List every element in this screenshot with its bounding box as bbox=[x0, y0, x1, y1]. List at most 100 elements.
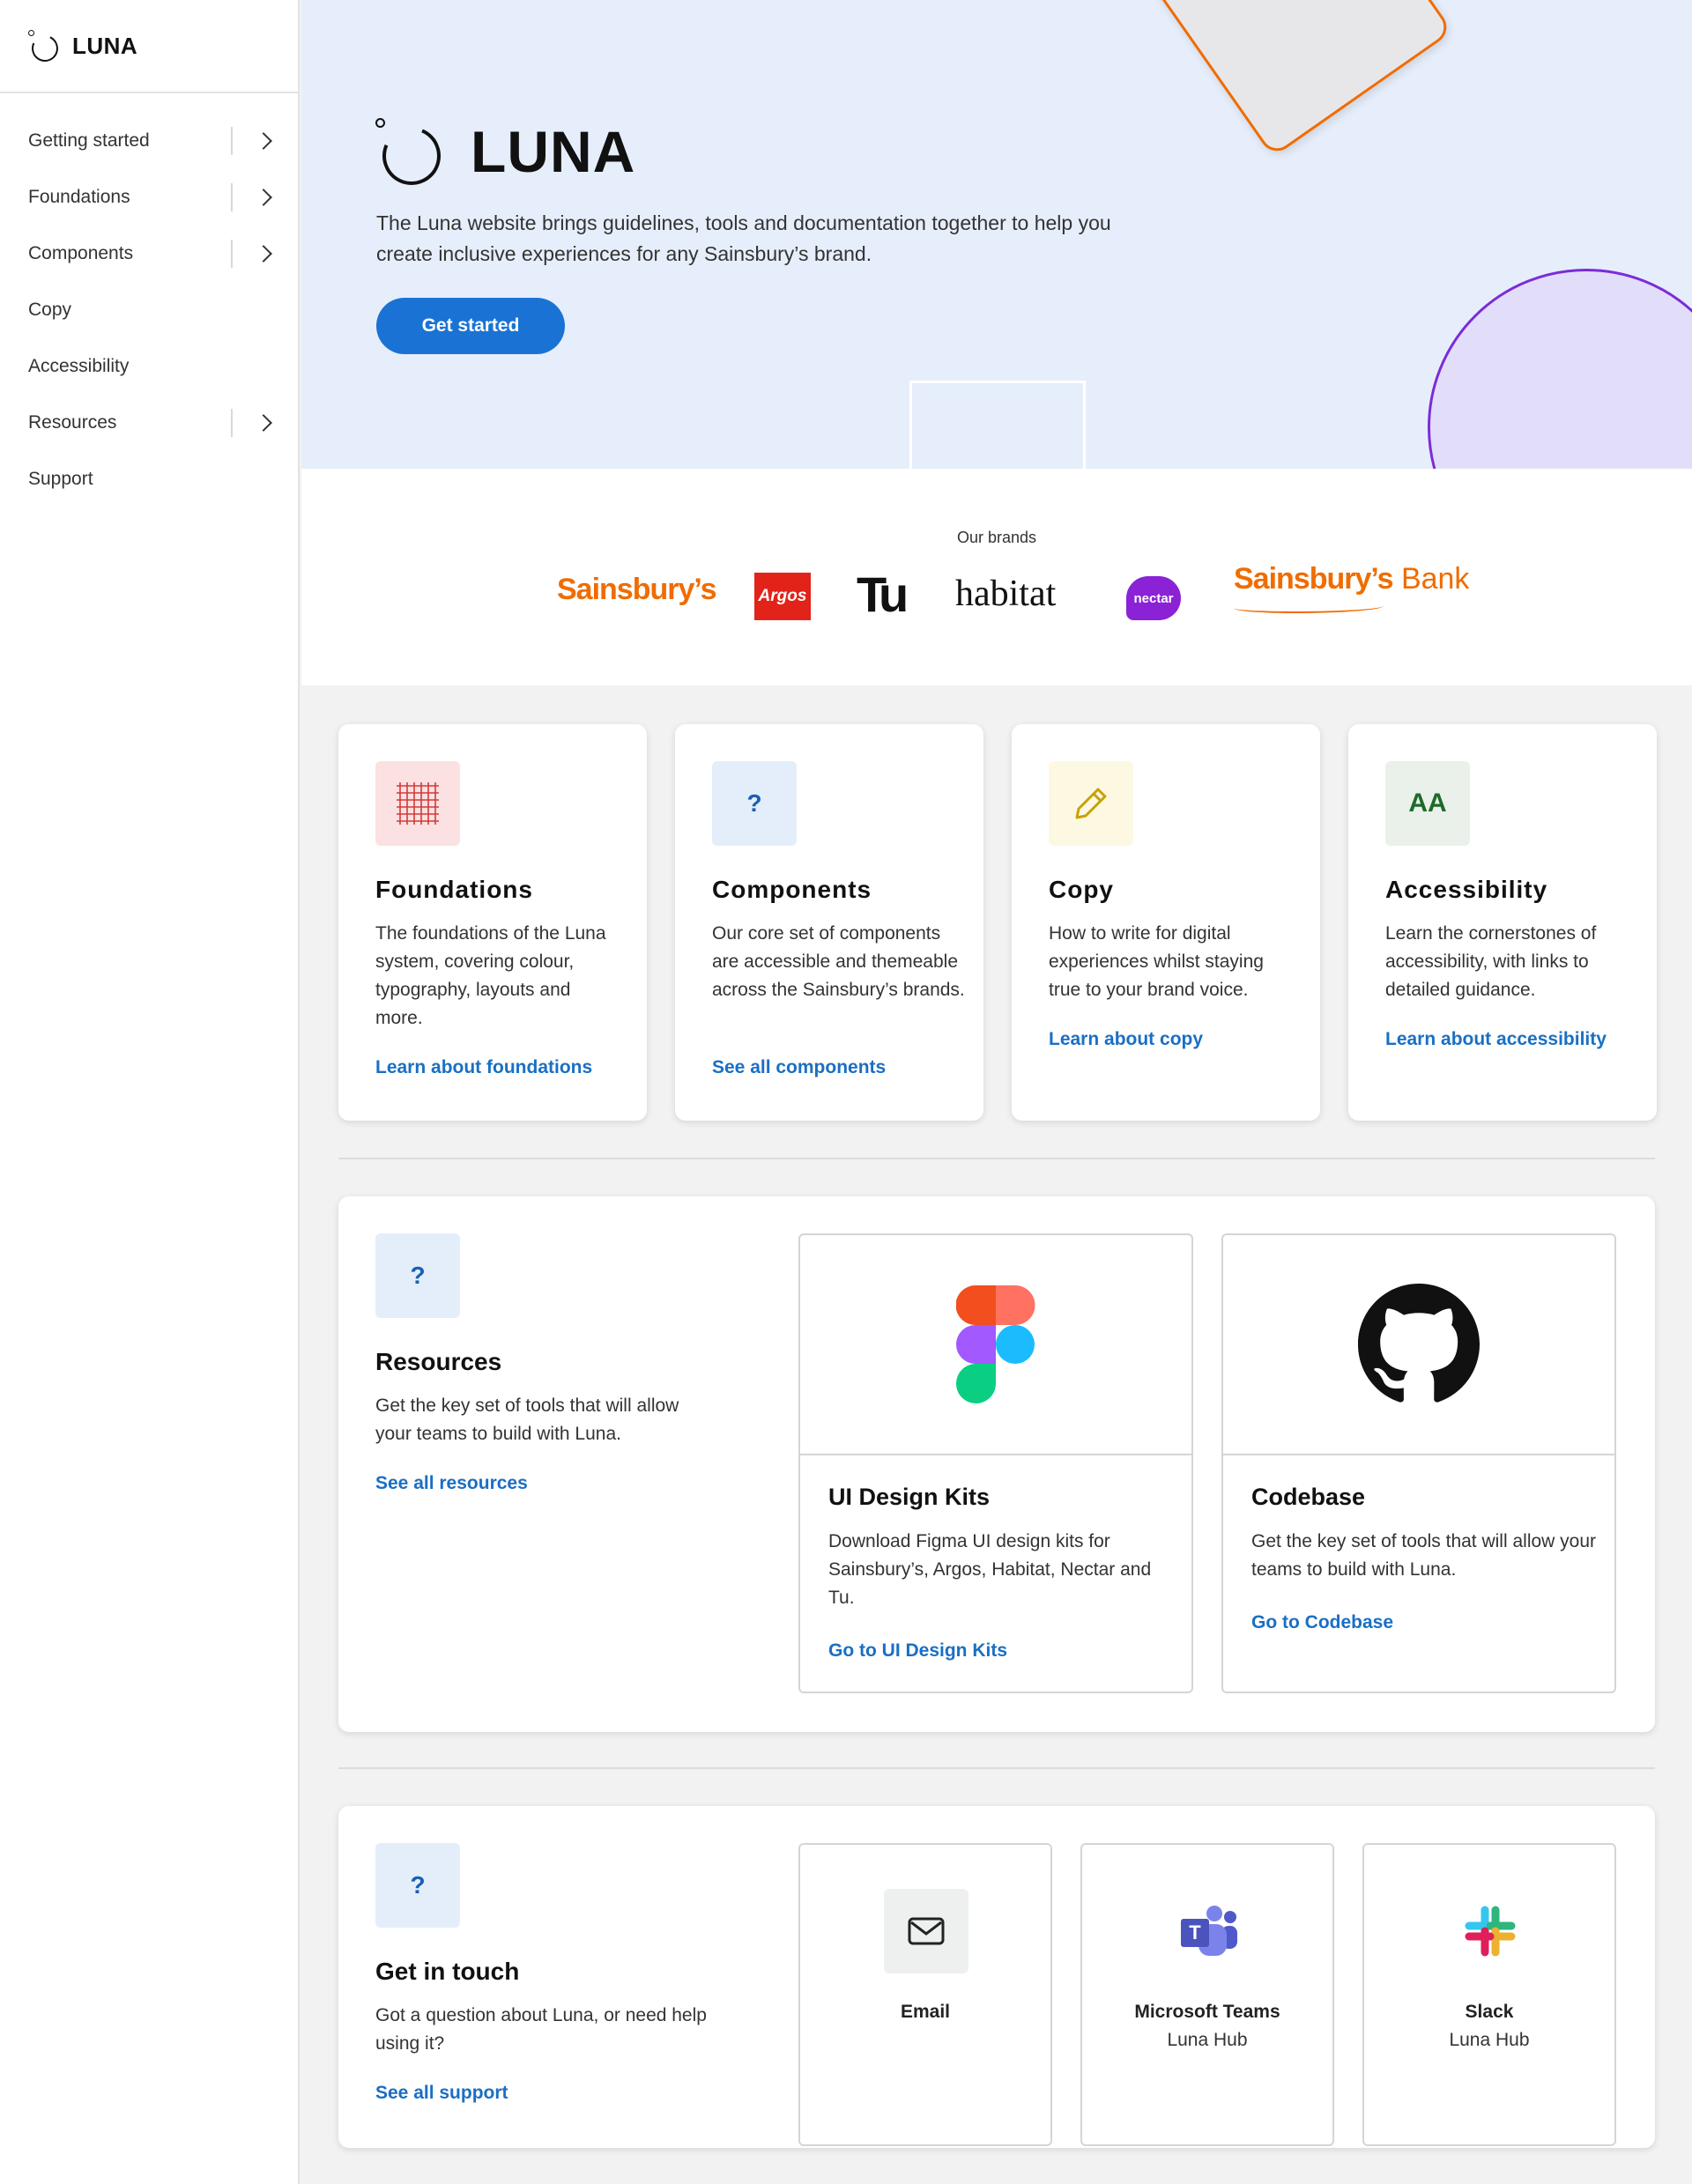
svg-text:T: T bbox=[1189, 1921, 1201, 1943]
card-media bbox=[800, 1235, 1191, 1455]
chevron-right-icon[interactable] bbox=[255, 189, 272, 206]
go-to-ui-design-kits-link[interactable]: Go to UI Design Kits bbox=[828, 1640, 1007, 1662]
slack-card[interactable]: Slack Luna Hub bbox=[1362, 1843, 1616, 2146]
tu-logo: Tu bbox=[857, 566, 909, 622]
contact-section: ? Get in touch Got a question about Luna… bbox=[338, 1806, 1655, 2148]
question-icon: ? bbox=[712, 761, 797, 846]
argos-logo: Argos bbox=[754, 573, 811, 620]
bank-brand-name: Sainsbury’s bbox=[1234, 562, 1393, 596]
sidebar-item-support[interactable]: Support bbox=[0, 451, 298, 507]
section-description: Got a question about Luna, or need help … bbox=[375, 2005, 707, 2054]
sidebar-item-label: Foundations bbox=[28, 187, 130, 207]
section-divider bbox=[338, 1158, 1655, 1159]
card-description: How to write for digital experiences whi… bbox=[1049, 923, 1264, 1000]
divider bbox=[231, 127, 233, 155]
brands-label: Our brands bbox=[956, 529, 1037, 546]
card-title: Components bbox=[712, 876, 872, 903]
luna-logo-icon bbox=[374, 118, 449, 194]
sidebar-item-resources[interactable]: Resources bbox=[0, 395, 298, 451]
grid-icon bbox=[375, 761, 460, 846]
see-all-resources-link[interactable]: See all resources bbox=[375, 1473, 528, 1494]
contact-subtitle: Luna Hub bbox=[1449, 2030, 1530, 2050]
sidebar-item-accessibility[interactable]: Accessibility bbox=[0, 338, 298, 395]
microsoft-teams-card[interactable]: T Microsoft Teams Luna Hub bbox=[1080, 1843, 1334, 2146]
sidebar: LUNA Getting started Foundations Compone… bbox=[0, 0, 300, 2184]
card-title: UI Design Kits bbox=[828, 1484, 991, 1510]
sidebar-item-label: Support bbox=[28, 469, 93, 489]
contact-title: Email bbox=[900, 2002, 951, 2022]
sidebar-item-components[interactable]: Components bbox=[0, 226, 298, 282]
question-icon: ? bbox=[375, 1233, 460, 1318]
sidebar-item-copy[interactable]: Copy bbox=[0, 282, 298, 338]
card-media bbox=[1223, 1235, 1614, 1455]
section-divider bbox=[338, 1767, 1655, 1769]
luna-logo-icon[interactable] bbox=[27, 30, 63, 66]
hero: LUNA The Luna website brings guidelines,… bbox=[301, 0, 1692, 469]
section-title: Get in touch bbox=[375, 1958, 520, 1985]
aa-icon: AA bbox=[1385, 761, 1470, 846]
sidebar-item-getting-started[interactable]: Getting started bbox=[0, 113, 298, 169]
swoosh-icon bbox=[1234, 601, 1384, 613]
codebase-card: Codebase Get the key set of tools that w… bbox=[1221, 1233, 1616, 1693]
sidebar-header: LUNA bbox=[0, 0, 298, 93]
section-description: Get the key set of tools that will allow… bbox=[375, 1396, 679, 1444]
contact-subtitle: Luna Hub bbox=[1167, 2030, 1248, 2050]
decorative-rectangle bbox=[1146, 0, 1454, 159]
chevron-right-icon[interactable] bbox=[255, 245, 272, 263]
card-title: Foundations bbox=[375, 876, 533, 903]
figma-icon bbox=[956, 1285, 1035, 1403]
card-description: Our core set of components are accessibl… bbox=[712, 923, 965, 1000]
sidebar-item-foundations[interactable]: Foundations bbox=[0, 169, 298, 226]
pencil-icon bbox=[1049, 761, 1133, 846]
nectar-logo: nectar bbox=[1126, 576, 1181, 620]
see-all-components-link[interactable]: See all components bbox=[712, 1057, 886, 1078]
card-title: Copy bbox=[1049, 876, 1114, 903]
sidebar-item-label: Resources bbox=[28, 412, 117, 433]
main-content: LUNA The Luna website brings guidelines,… bbox=[301, 0, 1692, 2148]
card-description: Download Figma UI design kits for Sainsb… bbox=[828, 1531, 1152, 1608]
card-description: The foundations of the Luna system, cove… bbox=[375, 923, 606, 1028]
card-description: Learn the cornerstones of accessibility,… bbox=[1385, 923, 1597, 1000]
email-card[interactable]: Email bbox=[798, 1843, 1052, 2146]
habitat-logo: habitat bbox=[955, 574, 1057, 614]
learn-about-foundations-link[interactable]: Learn about foundations bbox=[375, 1057, 592, 1078]
feature-card-copy: Copy How to write for digital experience… bbox=[1012, 724, 1320, 1121]
sidebar-item-label: Copy bbox=[28, 300, 72, 320]
go-to-codebase-link[interactable]: Go to Codebase bbox=[1251, 1612, 1393, 1633]
brands-strip: Our brands Sainsbury’s Argos Tu habitat … bbox=[301, 469, 1692, 685]
learn-about-copy-link[interactable]: Learn about copy bbox=[1049, 1029, 1203, 1050]
learn-about-accessibility-link[interactable]: Learn about accessibility bbox=[1385, 1029, 1607, 1050]
divider bbox=[231, 409, 233, 437]
divider bbox=[231, 240, 233, 268]
sainsburys-logo: Sainsbury’s bbox=[557, 573, 716, 606]
card-title: Accessibility bbox=[1385, 876, 1548, 903]
decorative-circle bbox=[1428, 269, 1692, 469]
feature-card-accessibility: AA Accessibility Learn the cornerstones … bbox=[1348, 724, 1657, 1121]
divider bbox=[231, 183, 233, 211]
sidebar-nav: Getting started Foundations Components C… bbox=[0, 93, 298, 507]
decorative-frame bbox=[909, 381, 1086, 469]
get-started-button[interactable]: Get started bbox=[376, 298, 565, 354]
card-title: Codebase bbox=[1251, 1484, 1366, 1510]
ui-design-kits-card: UI Design Kits Download Figma UI design … bbox=[798, 1233, 1193, 1693]
section-title: Resources bbox=[375, 1348, 502, 1375]
contact-title: Microsoft Teams bbox=[1134, 2002, 1280, 2022]
chevron-right-icon[interactable] bbox=[255, 414, 272, 432]
hero-description: The Luna website brings guidelines, tool… bbox=[376, 211, 1111, 265]
sidebar-brand[interactable]: LUNA bbox=[72, 33, 137, 60]
sidebar-item-label: Components bbox=[28, 243, 134, 263]
mail-icon bbox=[884, 1889, 968, 1973]
teams-icon: T bbox=[1166, 1889, 1250, 1973]
feature-card-foundations: Foundations The foundations of the Luna … bbox=[338, 724, 647, 1121]
sainsburys-bank-logo: Sainsbury’s Bank bbox=[1234, 562, 1470, 613]
contact-title: Slack bbox=[1465, 2002, 1514, 2022]
chevron-right-icon[interactable] bbox=[255, 132, 272, 150]
feature-card-components: ? Components Our core set of components … bbox=[675, 724, 983, 1121]
see-all-support-link[interactable]: See all support bbox=[375, 2083, 508, 2104]
resources-section: ? Resources Get the key set of tools tha… bbox=[338, 1196, 1655, 1732]
slack-icon bbox=[1448, 1889, 1532, 1973]
question-icon: ? bbox=[375, 1843, 460, 1928]
sidebar-item-label: Accessibility bbox=[28, 356, 130, 376]
sidebar-item-label: Getting started bbox=[28, 130, 150, 151]
bank-brand-suffix: Bank bbox=[1400, 562, 1470, 596]
